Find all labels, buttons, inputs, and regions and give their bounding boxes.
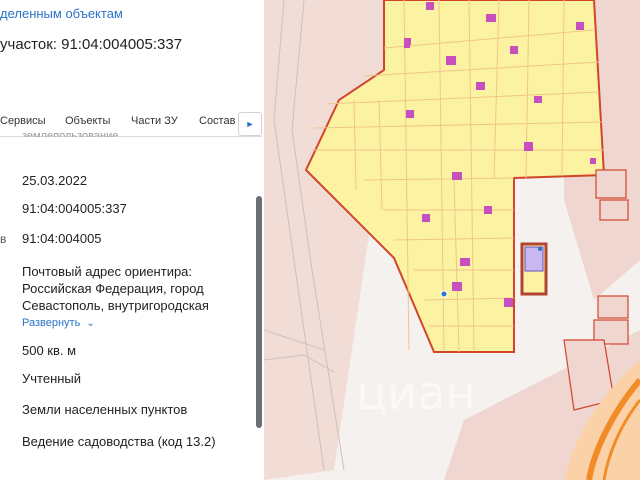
address-block: Почтовый адрес ориентира: Российская Фед…: [22, 263, 242, 314]
address-line: Почтовый адрес ориентира:: [22, 264, 193, 279]
status-value: Учтенный: [22, 371, 82, 386]
registration-date: 25.03.2022: [22, 173, 88, 188]
location-dot: [440, 290, 448, 298]
permitted-use: Ведение садоводства (код 13.2): [22, 434, 216, 449]
parcel-title: участок: 91:04:004005:337: [0, 36, 183, 53]
cadastral-quarter: 91:04:004005: [22, 231, 102, 246]
chevron-down-icon: ⌄: [86, 318, 95, 329]
tab-composition[interactable]: Состав: [199, 115, 235, 127]
address-line: Севастополь, внутригородская: [22, 298, 209, 313]
land-category: Земли населенных пунктов: [22, 402, 188, 417]
address-line: Российская Федерация, город: [22, 281, 204, 296]
info-panel: деленным объектам участок: 91:04:004005:…: [0, 0, 264, 480]
cadastral-number: 91:04:004005:337: [22, 201, 127, 216]
allocated-objects-link[interactable]: деленным объектам: [0, 6, 123, 21]
cadastral-map[interactable]: циан: [264, 0, 640, 480]
expand-label: Развернуть: [22, 317, 81, 329]
tab-services[interactable]: Сервисы: [0, 115, 46, 127]
scrollbar-thumb[interactable]: [256, 196, 262, 428]
parcel-marker: [538, 247, 542, 251]
area-value: 500 кв. м: [22, 343, 77, 358]
tabs-scroll-right-button[interactable]: ►: [238, 112, 262, 136]
watermark: циан: [356, 366, 476, 420]
expand-address-button[interactable]: Развернуть ⌄: [22, 317, 95, 329]
quarter-marker: в: [0, 232, 7, 246]
tab-objects[interactable]: Объекты: [65, 115, 110, 127]
tab-parts[interactable]: Части ЗУ: [131, 115, 178, 127]
truncated-field-value: землепользование: [22, 130, 119, 137]
